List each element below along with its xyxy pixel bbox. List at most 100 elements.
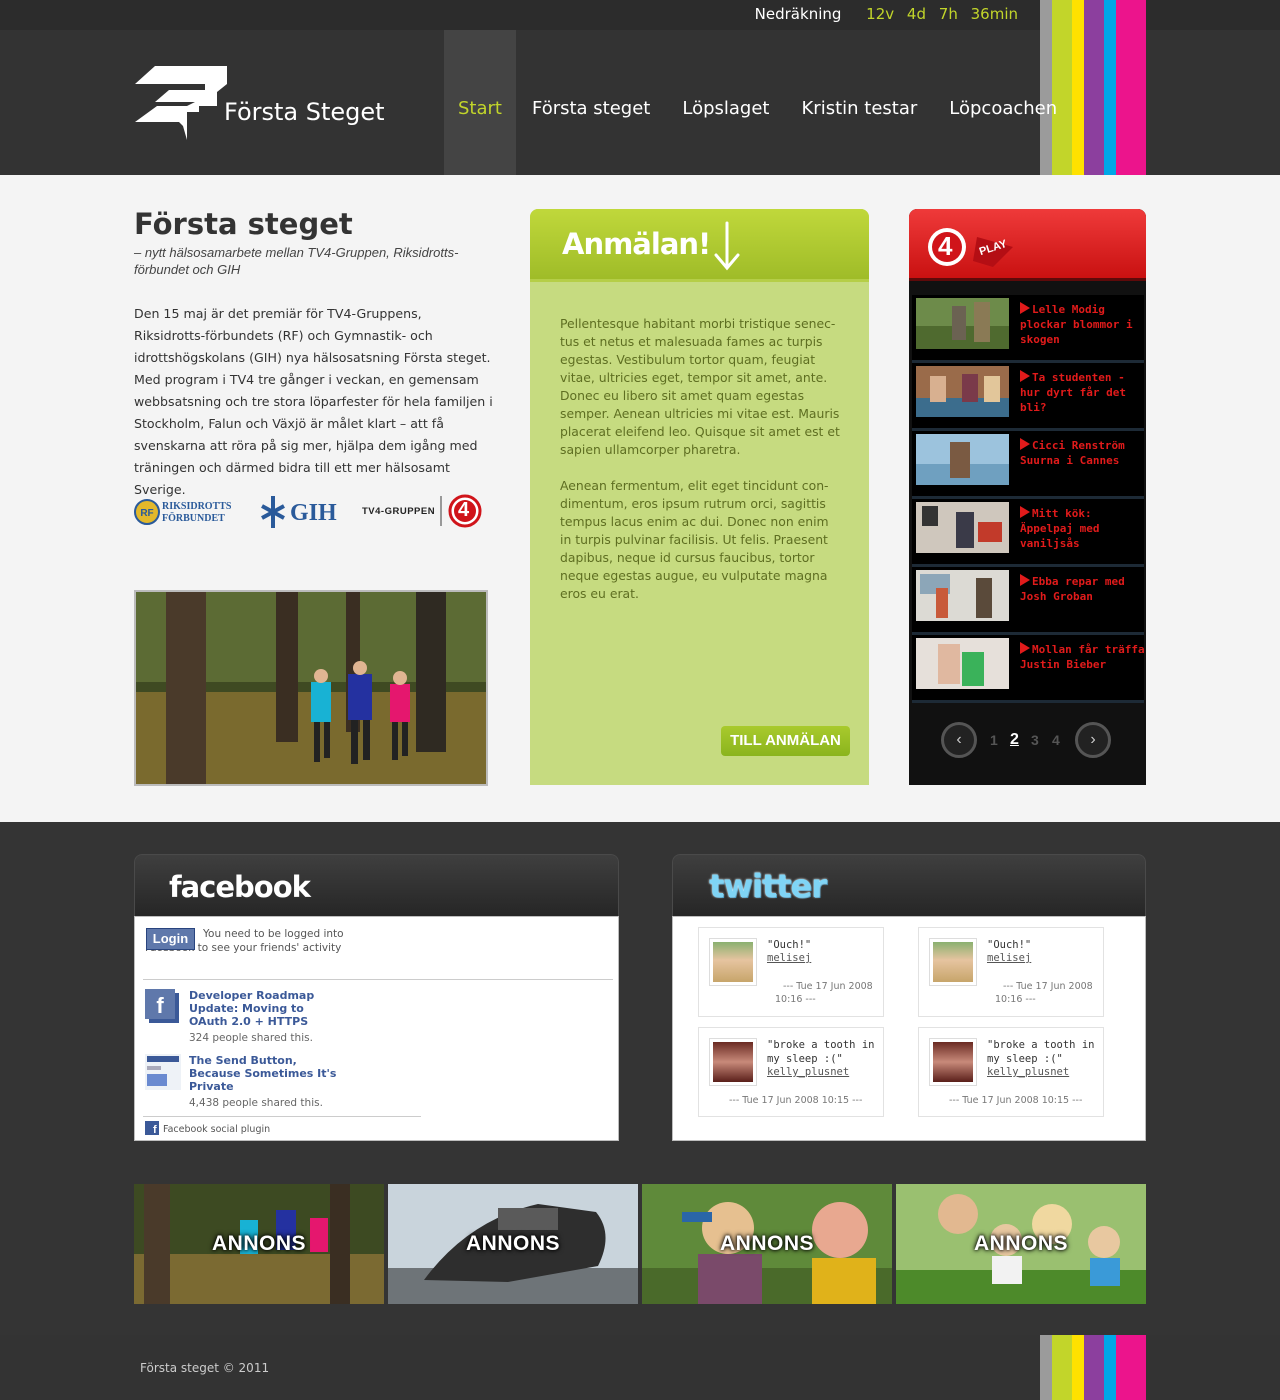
intro-subtitle: – nytt hälsosamarbete mellan TV4-Gruppen… [134, 245, 459, 277]
twitter-logo: twitter [709, 867, 827, 905]
article-thumbnail-icon [145, 1054, 181, 1090]
video-item[interactable]: Ta studenten - hur dyrt får det bli? [912, 363, 1144, 431]
ad-label: ANNONS [973, 1232, 1068, 1255]
video-title[interactable]: Lelle Modig plockar blommor i skogen [1020, 302, 1146, 347]
facebook-item-title[interactable]: Developer Roadmap Update: Moving to OAut… [189, 989, 339, 1028]
video-title[interactable]: Ebba repar med Josh Groban [1020, 574, 1146, 604]
signup-paragraph-1: Pellentesque habitant morbi tristique se… [560, 316, 840, 457]
till-anmalan-button[interactable]: TILL ANMÄLAN [721, 726, 850, 756]
video-thumbnail[interactable] [916, 366, 1009, 417]
gih-logo-text: GIH [290, 500, 337, 526]
ads-row: ANNONS ANNONS ANNONS ANNONS [134, 1184, 1146, 1304]
tweet-date: --- Tue 17 Jun 2008 10:16 --- [775, 981, 873, 1005]
tv4-play-panel: 4 PLAY Lelle Modig plockar blommor i sko… [909, 209, 1146, 785]
nav-lopcoachen[interactable]: Löpcoachen [933, 30, 1073, 175]
video-item[interactable]: Cicci Renström Suurna i Cannes [912, 431, 1144, 499]
gih-logo[interactable]: GIH [258, 494, 338, 530]
page: Nedräkning 12v 4d 7h 36min Första Steget… [0, 0, 1280, 1400]
ad-label: ANNONS [211, 1232, 306, 1255]
tweet-date: --- Tue 17 Jun 2008 10:16 --- [995, 981, 1093, 1005]
countdown-minutes: 36min [970, 5, 1018, 23]
countdown-hours: 7h [938, 5, 958, 23]
facebook-login-button[interactable]: Login [146, 928, 195, 950]
tweet-text: "Ouch!" [767, 939, 812, 951]
video-title[interactable]: Mitt kök: Äppelpaj med vaniljsås [1020, 506, 1146, 551]
logo-mark-icon [135, 66, 227, 140]
ad-banner[interactable]: ANNONS [134, 1184, 384, 1304]
tweet-user[interactable]: melisej [987, 952, 1031, 964]
video-title[interactable]: Mollan får träffa Justin Bieber [1020, 642, 1146, 672]
avatar[interactable] [709, 1038, 757, 1086]
facebook-plugin-label: Facebook social plugin [163, 1124, 271, 1135]
pager-page-1[interactable]: 1 [990, 732, 998, 748]
tv4-gruppen-text: TV4-GRUPPEN [362, 506, 436, 517]
logo-text[interactable]: Första Steget [224, 98, 385, 126]
tweet-text: "broke a tooth in my sleep :(" [767, 1039, 875, 1065]
ad-banner[interactable]: ANNONS [896, 1184, 1146, 1304]
facebook-activity-item[interactable]: The Send Button, Because Sometimes It's … [145, 1054, 445, 1114]
tweet-user[interactable]: melisej [767, 952, 811, 964]
signup-body: Pellentesque habitant morbi tristique se… [560, 315, 842, 621]
facebook-header: facebook [134, 854, 619, 916]
countdown-label: Nedräkning [754, 5, 842, 23]
tv4-gruppen-4: 4 [458, 499, 470, 521]
video-title[interactable]: Cicci Renström Suurna i Cannes [1020, 438, 1146, 468]
video-item[interactable]: Mitt kök: Äppelpaj med vaniljsås [912, 499, 1144, 567]
facebook-panel: facebook You need to be logged into Face… [134, 854, 619, 1141]
countdown: Nedräkning 12v 4d 7h 36min [755, 5, 1018, 23]
nav-kristin-testar[interactable]: Kristin testar [786, 30, 934, 175]
nav-forsta-steget[interactable]: Första steget [516, 30, 666, 175]
ad-banner[interactable]: ANNONS [388, 1184, 638, 1304]
signup-paragraph-2: Aenean fermentum, elit eget tincidunt co… [560, 478, 829, 601]
tweet-user[interactable]: kelly_plusnet [987, 1066, 1069, 1078]
tweet: "broke a tooth in my sleep :(" kelly_plu… [918, 1027, 1104, 1117]
ad-banner[interactable]: ANNONS [642, 1184, 892, 1304]
arrow-down-icon [714, 221, 740, 271]
divider [143, 1116, 421, 1117]
countdown-days: 4d [906, 5, 926, 23]
tweet-user[interactable]: kelly_plusnet [767, 1066, 849, 1078]
svg-text:f: f [153, 1124, 157, 1135]
tv4-play-header: 4 PLAY [909, 209, 1146, 281]
pager-page-4[interactable]: 4 [1052, 732, 1060, 748]
video-title[interactable]: Ta studenten - hur dyrt får det bli? [1020, 370, 1146, 415]
video-item[interactable]: Ebba repar med Josh Groban [912, 567, 1144, 635]
color-stripes [1040, 1335, 1146, 1400]
video-thumbnail[interactable] [916, 638, 1009, 689]
pager-prev-button[interactable]: ‹ [941, 722, 977, 758]
facebook-item-title[interactable]: The Send Button, Because Sometimes It's … [189, 1054, 339, 1093]
tweet: "Ouch!" melisej --- Tue 17 Jun 2008 10:1… [698, 927, 884, 1017]
video-thumbnail[interactable] [916, 434, 1009, 485]
facebook-logo: facebook [169, 870, 311, 904]
nav-start[interactable]: Start [444, 30, 516, 175]
video-item[interactable]: Mollan får träffa Justin Bieber [912, 635, 1146, 703]
rf-logo-line2: FÖRBUNDET [162, 513, 225, 524]
facebook-social-plugin[interactable]: f Facebook social plugin [145, 1121, 271, 1136]
nav-lopslaget[interactable]: Löpslaget [666, 30, 785, 175]
pager-page-3[interactable]: 3 [1031, 732, 1039, 748]
twitter-panel: twitter "Ouch!" melisej --- Tue 17 Jun 2… [672, 854, 1146, 1141]
facebook-activity-item[interactable]: f Developer Roadmap Update: Moving to OA… [145, 989, 445, 1049]
tweet-text: "broke a tooth in my sleep :(" [987, 1039, 1095, 1065]
facebook-item-shares: 324 people shared this. [189, 1032, 313, 1044]
video-item[interactable]: Lelle Modig plockar blommor i skogen [912, 295, 1144, 363]
video-thumbnail[interactable] [916, 570, 1009, 621]
avatar[interactable] [709, 938, 757, 986]
twitter-header: twitter [672, 854, 1146, 916]
tv4-gruppen-logo[interactable]: TV4-GRUPPEN 4 [360, 494, 484, 530]
signup-header: Anmälan! [530, 209, 869, 282]
tv4-play-logo-num: 4 [938, 231, 953, 261]
avatar[interactable] [929, 1038, 977, 1086]
rf-logo[interactable]: RF RIKSIDROTTS FÖRBUNDET [134, 498, 238, 528]
video-thumbnail[interactable] [916, 298, 1009, 349]
svg-text:RF: RF [140, 508, 153, 519]
tweet: "broke a tooth in my sleep :(" kelly_plu… [698, 1027, 884, 1117]
avatar[interactable] [929, 938, 977, 986]
pager-next-button[interactable]: › [1075, 722, 1111, 758]
video-pager: ‹ 1 2 3 4 › [909, 722, 1146, 762]
video-thumbnail[interactable] [916, 502, 1009, 553]
tweet-date: --- Tue 17 Jun 2008 10:15 --- [949, 1095, 1083, 1106]
tweet-date: --- Tue 17 Jun 2008 10:15 --- [729, 1095, 863, 1106]
countdown-weeks: 12v [866, 5, 895, 23]
pager-page-2[interactable]: 2 [1010, 731, 1019, 749]
